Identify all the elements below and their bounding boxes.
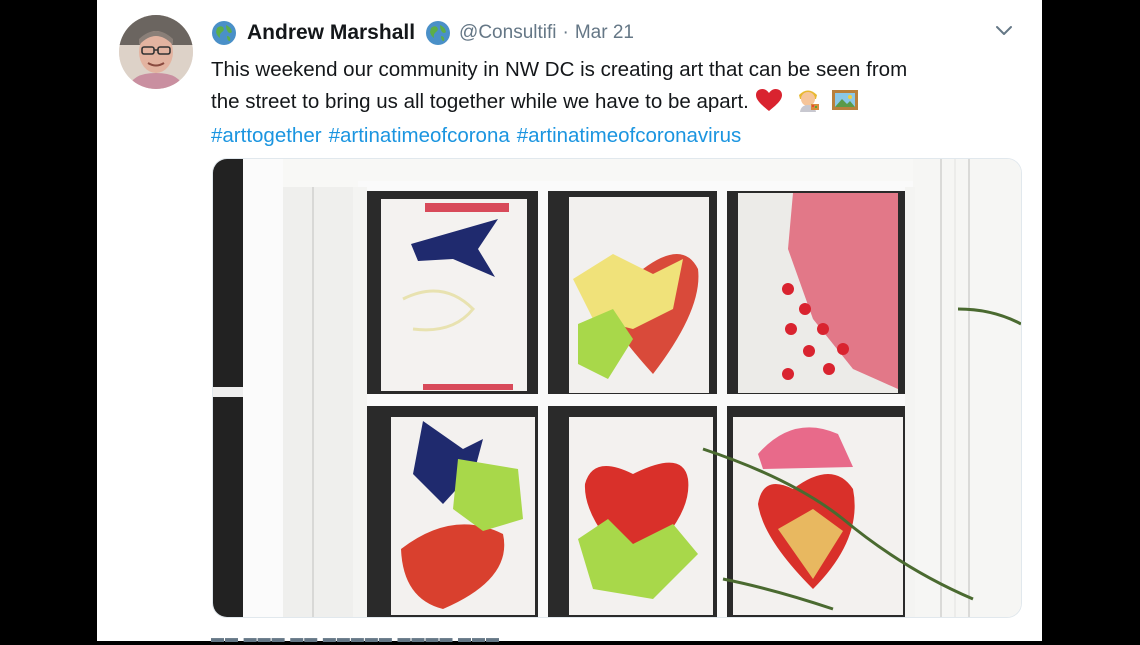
- hashtag-link[interactable]: #artinatimeofcorona: [329, 124, 510, 147]
- tweet-date[interactable]: Mar 21: [575, 22, 634, 44]
- hashtag-link[interactable]: #arttogether: [211, 124, 322, 147]
- tweet-text-line-2: the street to bring us all together whil…: [211, 86, 1031, 122]
- tweet-photo[interactable]: [212, 158, 1022, 618]
- window-art-photo: [213, 159, 1021, 617]
- globe-icon: [425, 20, 451, 46]
- avatar[interactable]: [119, 15, 193, 89]
- hashtag-link[interactable]: #artinatimeofcoronavirus: [517, 124, 741, 147]
- framed-picture-emoji: [831, 88, 859, 122]
- separator-dot: ·: [562, 22, 569, 43]
- globe-icon: [211, 20, 237, 46]
- tweet-text-line: the street to bring us all together whil…: [211, 89, 749, 113]
- chevron-down-icon[interactable]: [992, 18, 1016, 42]
- tweet-card: Andrew Marshall @Consultifi · Mar 21 Thi…: [97, 0, 1042, 645]
- artist-emoji: [795, 86, 821, 122]
- author-name[interactable]: Andrew Marshall: [247, 21, 415, 45]
- tweet-text-line: This weekend our community in NW DC is c…: [211, 58, 908, 81]
- red-heart-emoji: [755, 88, 783, 122]
- author-handle[interactable]: @Consultifi: [459, 22, 556, 44]
- hashtag-list: #arttogether #artinatimeofcorona #artinati…: [211, 121, 1031, 152]
- tweet-text: This weekend our community in NW DC is c…: [211, 55, 1031, 152]
- reply-bar-peek: ▬▬ ▬▬▬ ▬▬ ▬▬▬▬▬ ▬▬▬▬ ▬▬▬: [211, 630, 501, 645]
- tweet-header: Andrew Marshall @Consultifi · Mar 21: [211, 18, 634, 48]
